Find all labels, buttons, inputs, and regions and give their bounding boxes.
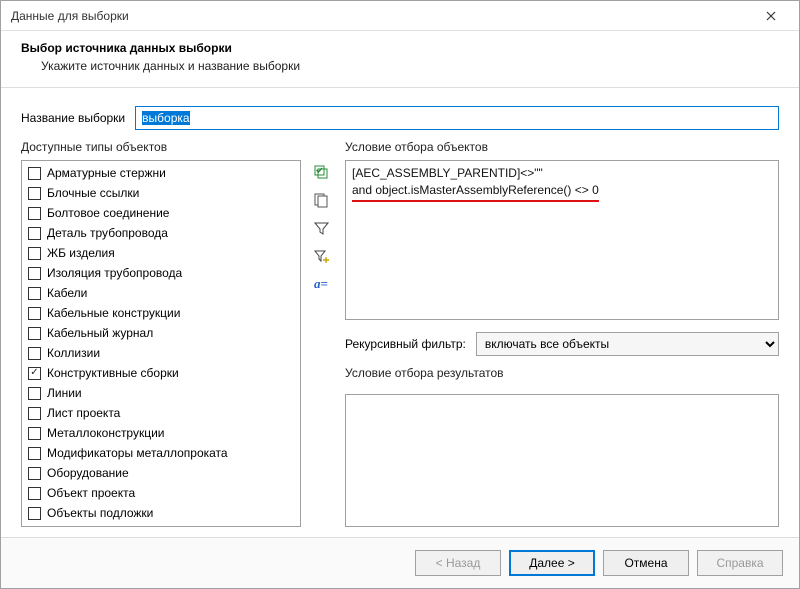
wizard-footer: < Назад Далее > Отмена Справка [1,537,799,588]
result-condition-textarea[interactable] [345,394,779,527]
checkbox-icon[interactable] [28,267,41,280]
recursive-filter-row: Рекурсивный фильтр: включать все объекты [345,332,779,356]
checkbox-icon[interactable] [28,287,41,300]
list-item-label: Лист проекта [47,406,120,420]
cancel-button[interactable]: Отмена [603,550,689,576]
dialog-window: Данные для выборки Выбор источника данны… [0,0,800,589]
checkbox-icon[interactable] [28,347,41,360]
checkbox-icon[interactable] [28,367,41,380]
formula-icon: a= [314,276,328,292]
condition-line-1: [AEC_ASSEMBLY_PARENTID]<>"" [352,165,772,182]
main-grid: Доступные типы объектов Арматурные стерж… [21,140,779,527]
list-item[interactable]: Металлоконструкции [24,423,298,443]
name-label: Название выборки [21,111,125,125]
list-item-label: Модификаторы металлопроката [47,446,228,460]
copy-button[interactable] [311,190,331,210]
recursive-filter-select[interactable]: включать все объекты [476,332,779,356]
types-label: Доступные типы объектов [21,140,301,154]
copy-icon [314,193,329,208]
list-item[interactable]: Деталь трубопровода [24,223,298,243]
list-item-label: Линии [47,386,82,400]
checkbox-icon[interactable] [28,427,41,440]
checkbox-icon[interactable] [28,507,41,520]
formula-button[interactable]: a= [311,274,331,294]
list-item-label: Объекты подложки [47,506,153,520]
list-item[interactable]: Кабельный журнал [24,323,298,343]
list-item-label: Блочные ссылки [47,186,139,200]
close-icon [766,11,776,21]
condition-line-2: and object.isMasterAssemblyReference() <… [352,182,599,202]
list-item-label: Деталь трубопровода [47,226,168,240]
checkbox-icon[interactable] [28,447,41,460]
list-item-label: Кабели [47,286,87,300]
list-item-label: Кабельные конструкции [47,306,180,320]
list-item[interactable]: Болтовое соединение [24,203,298,223]
wizard-header: Выбор источника данных выборки Укажите и… [1,31,799,88]
checkbox-icon[interactable] [28,227,41,240]
list-item-label: Объект проекта [47,486,135,500]
list-item[interactable]: Арматурные стержни [24,163,298,183]
list-item[interactable]: Объекты подложки [24,503,298,523]
check-all-icon [314,165,329,180]
list-item[interactable]: Лист проекта [24,403,298,423]
list-item[interactable]: Блочные ссылки [24,183,298,203]
tool-column: a= [311,140,335,527]
next-button[interactable]: Далее > [509,550,595,576]
list-item[interactable]: Линии [24,383,298,403]
list-item[interactable]: Модификаторы металлопроката [24,443,298,463]
list-item-label: Кабельный журнал [47,326,153,340]
list-item-label: Конструктивные сборки [47,366,179,380]
checkbox-icon[interactable] [28,467,41,480]
result-condition-label: Условие отбора результатов [345,366,779,380]
titlebar: Данные для выборки [1,1,799,31]
list-item-label: ЖБ изделия [47,246,115,260]
condition-textarea[interactable]: [AEC_ASSEMBLY_PARENTID]<>"" and object.i… [345,160,779,320]
name-row: Название выборки [21,106,779,130]
recursive-filter-label: Рекурсивный фильтр: [345,337,466,351]
filter-icon [314,221,329,236]
wizard-title: Выбор источника данных выборки [21,41,779,55]
window-title: Данные для выборки [11,9,751,23]
list-item-label: Коллизии [47,346,100,360]
list-item-label: Изоляция трубопровода [47,266,182,280]
checkbox-icon[interactable] [28,327,41,340]
types-column: Доступные типы объектов Арматурные стерж… [21,140,301,527]
checkbox-icon[interactable] [28,387,41,400]
list-item[interactable]: Объект проекта [24,483,298,503]
help-button[interactable]: Справка [697,550,783,576]
checkbox-icon[interactable] [28,487,41,500]
checkbox-icon[interactable] [28,247,41,260]
filter-plus-icon [314,249,329,264]
close-button[interactable] [751,2,791,30]
types-list[interactable]: Арматурные стержни Блочные ссылки Болтовое… [22,161,300,526]
list-item-label: Болтовое соединение [47,206,169,220]
wizard-body: Название выборки Доступные типы объектов… [1,88,799,537]
condition-column: Условие отбора объектов [AEC_ASSEMBLY_PA… [345,140,779,527]
checkbox-icon[interactable] [28,307,41,320]
filter-plus-button[interactable] [311,246,331,266]
checkbox-icon[interactable] [28,407,41,420]
wizard-subtitle: Укажите источник данных и название выбор… [21,59,779,73]
list-item-label: Арматурные стержни [47,166,166,180]
checkbox-icon[interactable] [28,187,41,200]
back-button[interactable]: < Назад [415,550,501,576]
list-item[interactable]: Коллизии [24,343,298,363]
checkbox-icon[interactable] [28,207,41,220]
list-item[interactable]: Изоляция трубопровода [24,263,298,283]
list-item-label: Оборудование [47,466,129,480]
list-item[interactable]: Конструктивные сборки [24,363,298,383]
list-item[interactable]: Кабельные конструкции [24,303,298,323]
list-item-label: Металлоконструкции [47,426,165,440]
types-listbox[interactable]: Арматурные стержни Блочные ссылки Болтовое… [21,160,301,527]
list-item[interactable]: ЖБ изделия [24,243,298,263]
condition-label: Условие отбора объектов [345,140,779,154]
filter-button[interactable] [311,218,331,238]
checkbox-icon[interactable] [28,167,41,180]
list-item[interactable]: Кабели [24,283,298,303]
list-item[interactable]: Оборудование [24,463,298,483]
name-input[interactable] [135,106,779,130]
check-all-button[interactable] [311,162,331,182]
